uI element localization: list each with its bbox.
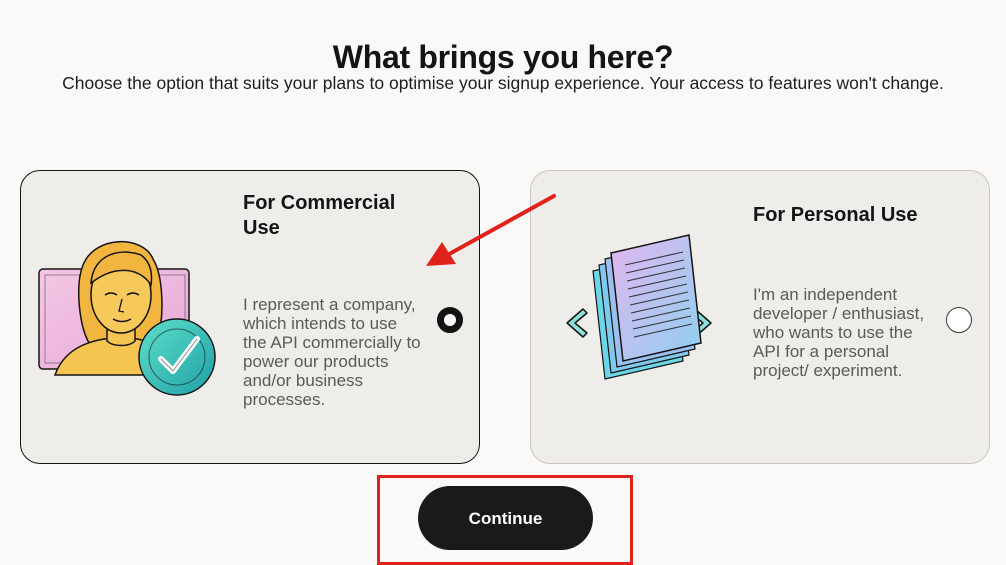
page-subtitle: Choose the option that suits your plans … — [62, 73, 944, 93]
document-stack-icon — [559, 225, 719, 430]
option-description: I'm an independent developer / enthusias… — [753, 285, 925, 380]
option-card-personal[interactable]: For Personal Use I'm an independent deve… — [530, 170, 990, 464]
person-with-checkmark-icon — [35, 225, 225, 410]
annotation-arrow-icon — [420, 190, 560, 275]
option-title: For Commercial Use — [243, 192, 396, 239]
continue-button[interactable]: Continue — [418, 486, 593, 550]
radio-personal[interactable] — [946, 307, 972, 333]
option-title: For Personal Use — [753, 204, 918, 226]
option-description: I represent a company, which intends to … — [243, 295, 421, 409]
option-card-commercial[interactable]: For Commercial Use I represent a company… — [20, 170, 480, 464]
radio-commercial-selected[interactable] — [437, 307, 463, 333]
